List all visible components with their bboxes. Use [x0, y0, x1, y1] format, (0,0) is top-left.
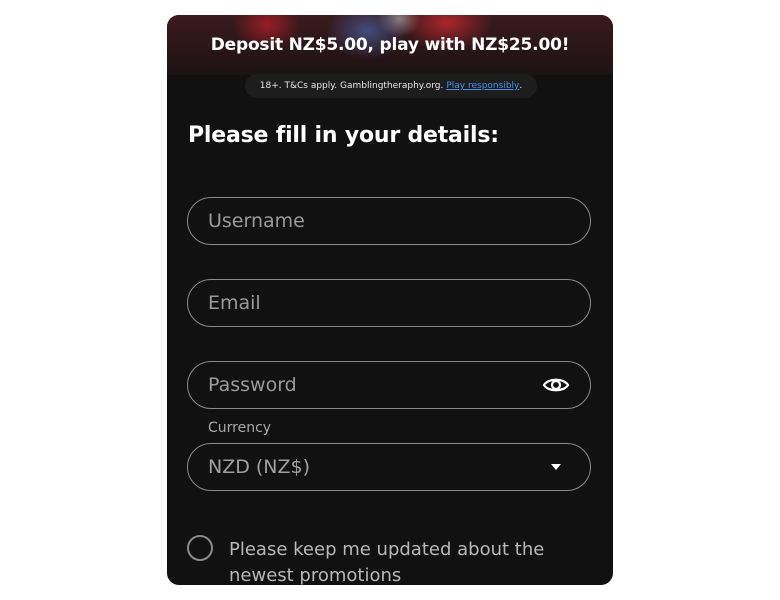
currency-selected-value: NZD (NZ$): [208, 456, 311, 478]
promo-banner: Deposit NZ$5.00, play with NZ$25.00!: [167, 15, 613, 75]
promotions-checkbox[interactable]: [187, 535, 213, 561]
caret-down-icon: [551, 464, 561, 470]
terms-notice: 18+. T&Cs apply. Gamblingtheraphy.org. P…: [245, 74, 537, 98]
email-field[interactable]: [187, 279, 591, 327]
email-input[interactable]: [208, 280, 528, 326]
password-field[interactable]: [187, 361, 591, 409]
eye-icon[interactable]: [542, 374, 570, 396]
banner-title: Deposit NZ$5.00, play with NZ$25.00!: [210, 35, 570, 55]
password-input[interactable]: [208, 362, 528, 408]
form-heading: Please fill in your details:: [188, 123, 499, 148]
currency-select[interactable]: NZD (NZ$): [187, 443, 591, 491]
terms-text: 18+. T&Cs apply. Gamblingtheraphy.org.: [259, 81, 444, 91]
username-input[interactable]: [208, 198, 528, 244]
play-responsibly-link[interactable]: Play responsibly: [446, 81, 519, 91]
registration-modal: Deposit NZ$5.00, play with NZ$25.00! 18+…: [167, 15, 613, 585]
currency-label: Currency: [208, 420, 272, 436]
promotions-label[interactable]: Please keep me updated about the newest …: [229, 537, 599, 585]
username-field[interactable]: [187, 197, 591, 245]
terms-suffix: .: [519, 81, 523, 91]
